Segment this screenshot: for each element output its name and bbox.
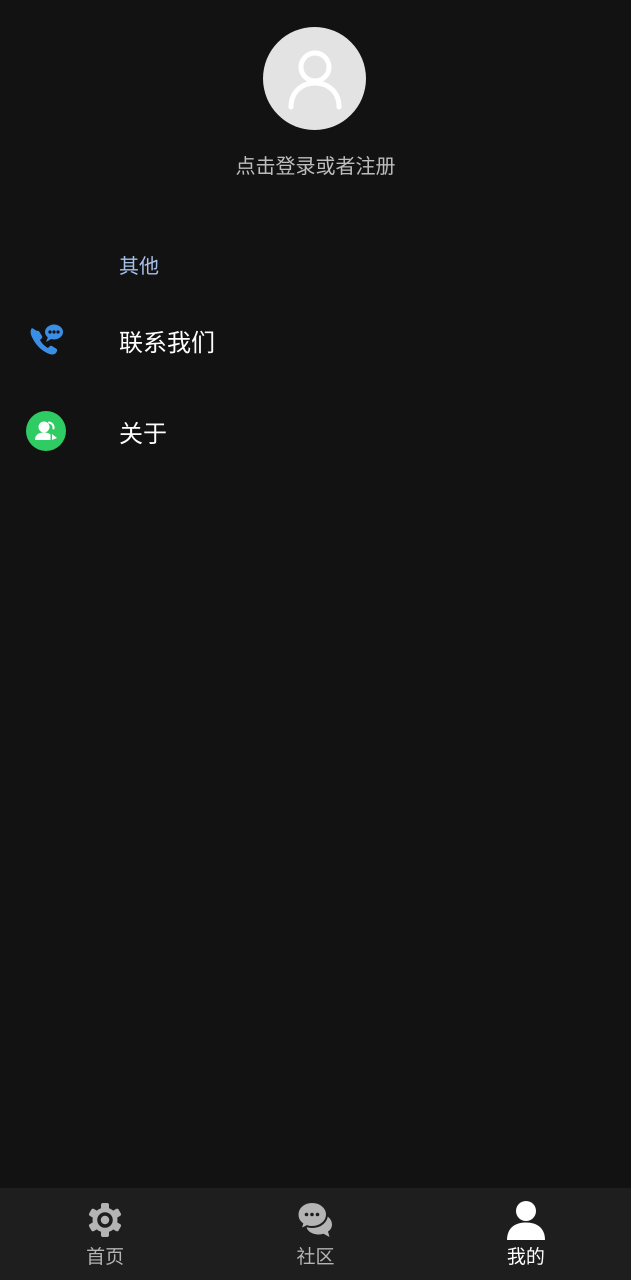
person-icon xyxy=(506,1201,545,1240)
bottom-navigation: 首页 社区 我的 xyxy=(0,1188,631,1280)
phone-chat-icon xyxy=(30,324,63,355)
menu-item-about[interactable]: 关于 xyxy=(0,396,631,472)
section-title-other: 其他 xyxy=(119,254,159,278)
menu-item-label: 关于 xyxy=(119,420,167,448)
gear-icon xyxy=(89,1203,122,1237)
person-outline-icon xyxy=(288,50,341,109)
tab-community[interactable]: 社区 xyxy=(210,1188,420,1280)
about-user-icon xyxy=(26,411,66,451)
tab-mine[interactable]: 我的 xyxy=(421,1188,631,1280)
tab-label: 我的 xyxy=(506,1246,545,1268)
menu-item-contact-us[interactable]: 联系我们 xyxy=(0,305,631,381)
avatar[interactable] xyxy=(263,27,366,130)
tab-label: 社区 xyxy=(296,1246,335,1268)
chat-bubbles-icon xyxy=(296,1200,333,1237)
login-register-link[interactable]: 点击登录或者注册 xyxy=(0,150,631,182)
tab-home[interactable]: 首页 xyxy=(0,1188,210,1280)
tab-label: 首页 xyxy=(86,1246,125,1268)
menu-item-label: 联系我们 xyxy=(119,329,215,357)
